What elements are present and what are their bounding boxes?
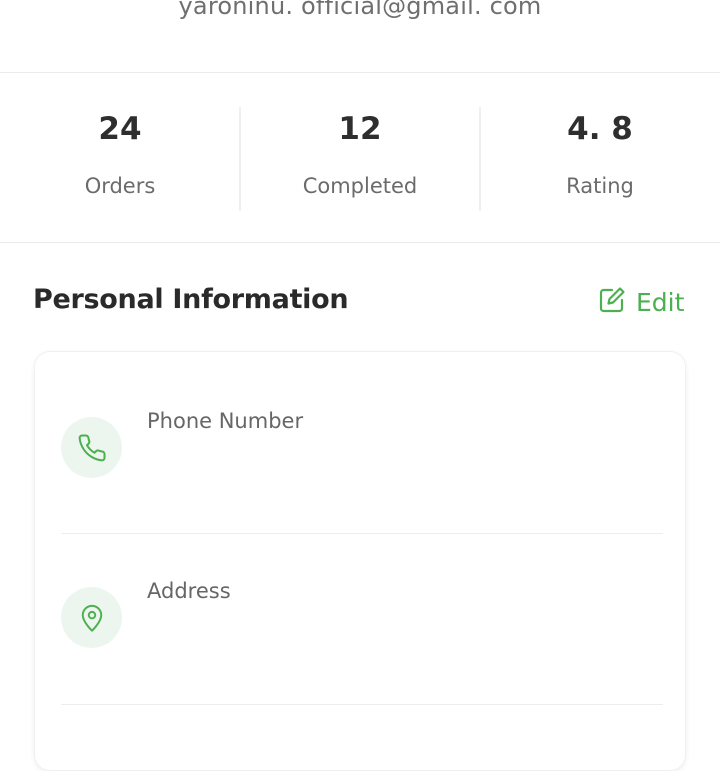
stat-label: Orders [84,174,156,198]
stats-bar: 24 Orders 12 Completed 4. 8 Rating [0,72,720,243]
stat-divider [479,107,481,211]
profile-email: yaroninu. official@gmail. com [178,0,542,20]
stat-value: 4. 8 [567,111,633,147]
edit-icon [598,286,626,318]
info-row-address[interactable]: Address [35,534,687,704]
info-row-phone[interactable]: Phone Number [35,352,687,522]
phone-icon [61,417,122,478]
row-divider [61,704,663,705]
stat-orders[interactable]: 24 Orders [0,73,240,242]
stat-label: Rating [566,174,634,198]
stat-rating[interactable]: 4. 8 Rating [480,73,720,242]
location-pin-icon [61,587,122,648]
stat-divider [239,107,241,211]
personal-info-card: Phone Number Address [34,351,686,771]
edit-button[interactable]: Edit [598,284,684,320]
stat-completed[interactable]: 12 Completed [240,73,480,242]
address-label: Address [147,579,231,603]
stat-value: 12 [338,111,382,147]
phone-number-label: Phone Number [147,409,304,433]
stat-label: Completed [302,174,418,198]
stat-value: 24 [98,111,142,147]
edit-label: Edit [636,287,685,317]
section-title: Personal Information [33,284,349,315]
